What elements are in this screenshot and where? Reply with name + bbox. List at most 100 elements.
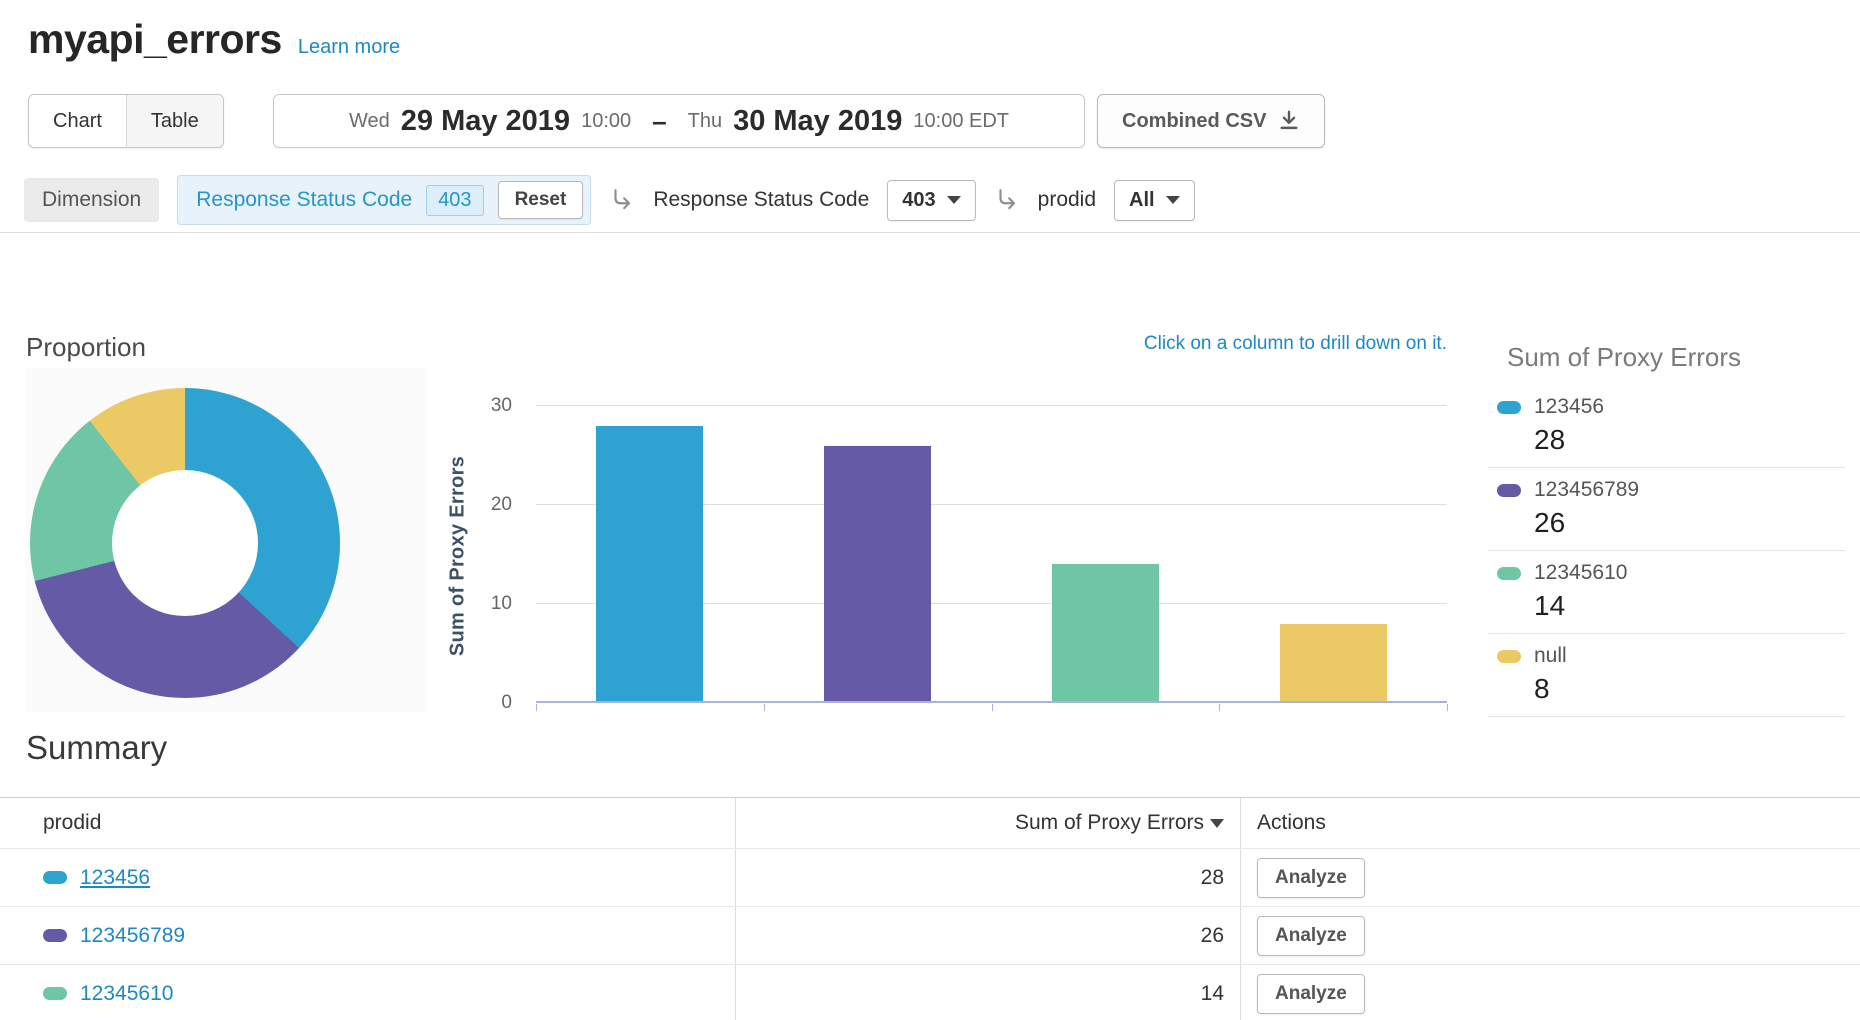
analyze-button[interactable]: Analyze (1257, 916, 1365, 956)
y-tick-label: 0 (501, 692, 512, 714)
legend-value: 8 (1534, 673, 1845, 705)
bars-row (536, 406, 1447, 703)
drilldown-arrow-icon (994, 187, 1020, 213)
y-tick-label: 10 (491, 593, 512, 615)
y-tick-label: 20 (491, 494, 512, 516)
donut-hole (112, 470, 258, 616)
column-header-prodid[interactable]: prodid (0, 798, 735, 848)
column-header-label: Actions (1257, 811, 1326, 835)
end-date: 30 May 2019 (733, 105, 902, 138)
dimension-label: Dimension (24, 178, 159, 222)
analyze-button[interactable]: Analyze (1257, 858, 1365, 898)
proportion-label: Proportion (26, 332, 146, 363)
filter-chip-label: Response Status Code (196, 188, 412, 212)
start-time: 10:00 (581, 110, 631, 133)
row-swatch (43, 929, 67, 942)
page-title: myapi_errors (28, 16, 282, 63)
column-header-label: prodid (43, 811, 101, 835)
filter-chip-value: 403 (426, 185, 483, 216)
row-swatch (43, 871, 67, 884)
x-tick (1447, 704, 1448, 711)
reset-button[interactable]: Reset (498, 181, 584, 219)
learn-more-link[interactable]: Learn more (298, 36, 400, 59)
active-filter-chip[interactable]: Response Status Code 403 Reset (177, 175, 591, 225)
legend-entry: 12345610 14 (1488, 551, 1845, 634)
x-tick (1219, 704, 1220, 711)
legend-title: Sum of Proxy Errors (1507, 342, 1845, 373)
drilldown-arrow-icon (609, 187, 635, 213)
donut-chart[interactable] (30, 388, 340, 698)
legend-entry: 12345678926 (1488, 468, 1845, 551)
bar-123456[interactable] (596, 426, 703, 703)
row-value: 28 (735, 849, 1240, 906)
legend-label: 12345610 (1534, 561, 1627, 585)
combined-csv-label: Combined CSV (1122, 110, 1266, 133)
date-separator: – (652, 106, 666, 137)
bar-slot (764, 406, 992, 703)
section-divider (0, 232, 1860, 233)
summary-table-header: prodid Sum of Proxy Errors Actions (0, 798, 1860, 848)
bar-slot (536, 406, 764, 703)
legend-swatch (1497, 401, 1521, 414)
chart-legend: Sum of Proxy Errors 12345628123456789261… (1488, 342, 1845, 717)
bar-12345610[interactable] (1052, 564, 1159, 703)
table-row: 123456 28 Analyze (0, 848, 1860, 906)
legend-swatch (1497, 484, 1521, 497)
summary-heading: Summary (26, 729, 167, 767)
view-toggle: Chart Table (28, 94, 224, 148)
caret-down-icon (947, 196, 961, 204)
status-code-select-value: 403 (902, 189, 935, 212)
legend-entry: 123456 28 (1488, 385, 1845, 468)
x-tick (992, 704, 993, 711)
donut-panel (26, 368, 425, 712)
filter-bar: Dimension Response Status Code 403 Reset… (24, 176, 1195, 224)
drilldown-label-prodid: prodid (1038, 188, 1096, 212)
start-date: 29 May 2019 (401, 105, 570, 138)
table-row: 12345610 14 Analyze (0, 964, 1860, 1020)
drilldown-label-status-code: Response Status Code (653, 188, 869, 212)
x-axis-baseline (536, 701, 1447, 703)
legend-value: 28 (1534, 424, 1845, 456)
legend-swatch (1497, 567, 1521, 580)
prodid-select-value: All (1129, 189, 1155, 212)
legend-label: null (1534, 644, 1567, 668)
prodid-link[interactable]: 123456789 (80, 924, 185, 948)
status-code-select[interactable]: 403 (887, 180, 975, 221)
end-day: Thu (688, 110, 722, 133)
analyze-button[interactable]: Analyze (1257, 974, 1365, 1014)
row-value: 26 (735, 907, 1240, 964)
column-header-actions: Actions (1240, 798, 1860, 848)
x-tick (764, 704, 765, 711)
start-day: Wed (349, 110, 390, 133)
sort-desc-icon (1210, 819, 1224, 828)
table-row: 123456789 26 Analyze (0, 906, 1860, 964)
x-tick (536, 704, 537, 711)
bar-plot (536, 406, 1447, 703)
prodid-link[interactable]: 123456 (80, 866, 150, 890)
legend-entry: null 8 (1488, 634, 1845, 717)
legend-value: 26 (1534, 507, 1845, 539)
caret-down-icon (1166, 196, 1180, 204)
column-header-sum[interactable]: Sum of Proxy Errors (735, 798, 1240, 848)
bar-123456789[interactable] (824, 446, 931, 703)
column-header-label: Sum of Proxy Errors (1015, 811, 1204, 835)
row-swatch (43, 987, 67, 1000)
combined-csv-button[interactable]: Combined CSV (1097, 94, 1325, 148)
table-tab[interactable]: Table (126, 95, 223, 147)
date-range-picker[interactable]: Wed 29 May 2019 10:00 – Thu 30 May 2019 … (273, 94, 1085, 148)
legend-value: 14 (1534, 590, 1845, 622)
prodid-select[interactable]: All (1114, 180, 1195, 221)
end-time: 10:00 EDT (913, 110, 1009, 133)
page-header: myapi_errors Learn more (28, 16, 400, 63)
y-tick-label: 30 (491, 395, 512, 417)
chart-tab[interactable]: Chart (29, 95, 126, 147)
legend-label: 123456 (1534, 395, 1604, 419)
legend-list: 123456 28 12345678926 12345610 14 null 8 (1488, 385, 1845, 717)
bar-slot (992, 406, 1220, 703)
prodid-link[interactable]: 12345610 (80, 982, 173, 1006)
row-value: 14 (735, 965, 1240, 1020)
summary-table: prodid Sum of Proxy Errors Actions 12345… (0, 797, 1860, 1020)
bar-null[interactable] (1280, 624, 1387, 703)
download-icon (1278, 110, 1300, 132)
y-axis-ticks: 0102030 (462, 406, 520, 703)
